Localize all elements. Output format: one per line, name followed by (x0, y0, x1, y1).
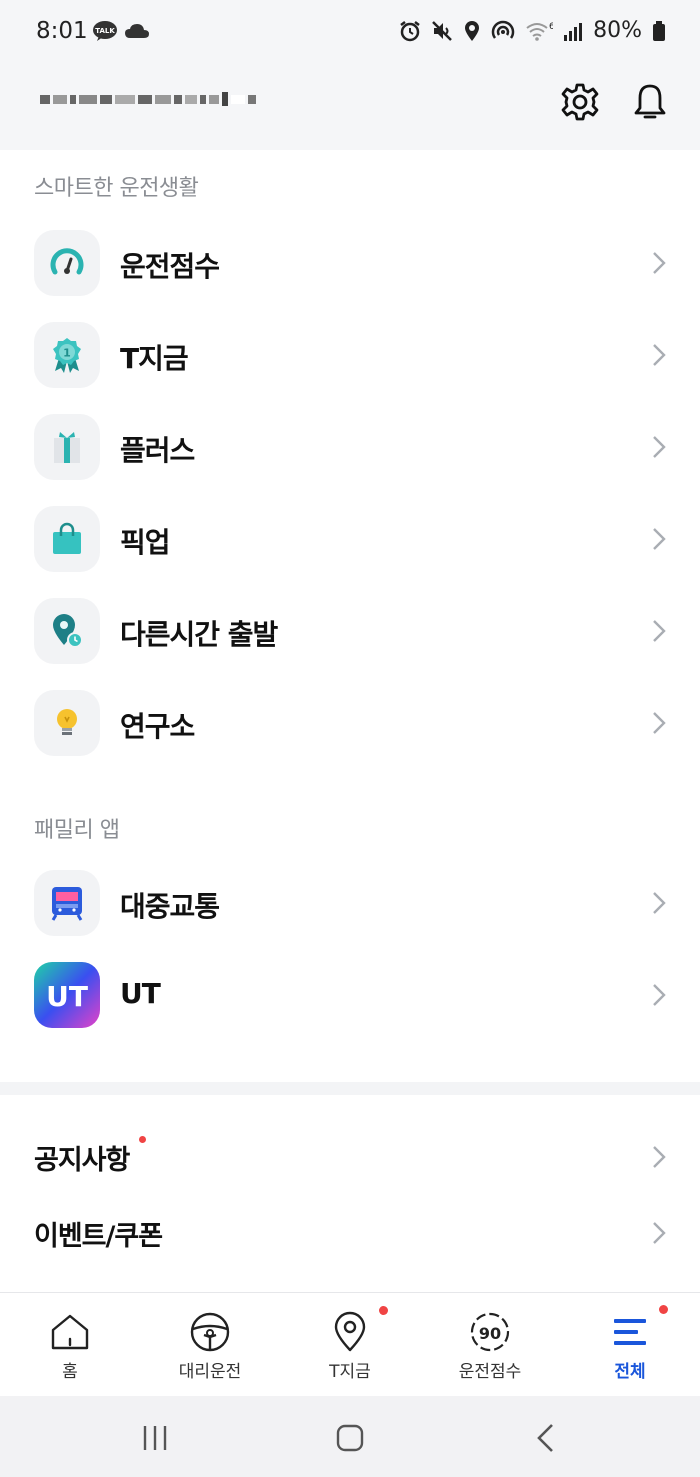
chevron-right-icon (653, 620, 666, 642)
chevron-right-icon (653, 528, 666, 550)
menu-icon-bg (34, 870, 100, 936)
section-title-family: 패밀리 앱 (34, 818, 120, 843)
nav-designated-driver[interactable]: 대리운전 (140, 1293, 280, 1397)
menu-item-public-transit[interactable]: 대중교통 (0, 870, 700, 950)
signal-icon (564, 22, 583, 41)
nav-label: T지금 (329, 1362, 371, 1382)
steering-wheel-icon (190, 1312, 230, 1352)
nav-all-menu[interactable]: 전체 (560, 1293, 700, 1397)
chevron-right-icon (653, 252, 666, 274)
battery-icon (653, 20, 665, 41)
menu-label: 대중교통 (120, 890, 220, 923)
nav-label: 홈 (62, 1362, 78, 1382)
transit-icon (51, 887, 83, 921)
menu-item-plus[interactable]: 플러스 (0, 414, 700, 494)
section-divider (0, 1082, 700, 1095)
menu-item-other-time-departure[interactable]: 다른시간 출발 (0, 598, 700, 678)
chevron-right-icon (653, 712, 666, 734)
status-right: 6 80% (399, 18, 666, 43)
nav-label: 운전점수 (458, 1362, 522, 1382)
speedometer-icon (50, 248, 84, 275)
system-nav-bar (0, 1396, 700, 1477)
chevron-right-icon (653, 344, 666, 366)
status-bar: 8:01 TALK 6 80% (0, 0, 700, 66)
menu-icon-bg (34, 598, 100, 664)
wifi-6-icon: 6 (526, 22, 553, 41)
chevron-right-icon (653, 892, 666, 914)
menu-label: 운전점수 (120, 250, 220, 283)
menu-icon-bg (34, 506, 100, 572)
cloud-icon (125, 24, 149, 38)
header (0, 66, 700, 150)
menu-label: UT (120, 977, 161, 1010)
tjigeum-new-dot (379, 1306, 388, 1315)
menu-item-driving-score[interactable]: 운전점수 (0, 230, 700, 310)
nav-driving-score[interactable]: 90 운전점수 (420, 1293, 560, 1397)
menu-label: T지금 (120, 342, 189, 375)
notice-new-dot (139, 1136, 146, 1143)
lightbulb-icon (57, 709, 77, 735)
menu-label: 다른시간 출발 (120, 618, 278, 651)
nav-label: 대리운전 (178, 1362, 242, 1382)
status-left-icons: TALK (92, 20, 150, 42)
bell-icon[interactable] (630, 82, 670, 122)
battery-percent: 80% (593, 18, 642, 43)
clock-pin-icon (53, 614, 83, 648)
menu-label: 연구소 (120, 710, 195, 743)
menu-icon-bg (34, 690, 100, 756)
svg-text:TALK: TALK (95, 27, 115, 35)
chevron-right-icon (653, 1146, 666, 1168)
shopping-bag-icon (53, 522, 81, 554)
menu-icon (614, 1319, 646, 1345)
redacted-username (40, 90, 276, 108)
section-title-smart: 스마트한 운전생활 (34, 176, 199, 201)
menu-label: 픽업 (120, 526, 171, 559)
gift-icon (54, 432, 80, 463)
menu-item-lab[interactable]: 연구소 (0, 690, 700, 770)
back-icon[interactable] (527, 1418, 567, 1458)
menu-icon-bg (34, 414, 100, 480)
status-time: 8:01 (36, 18, 88, 44)
menu-icon-bg (34, 230, 100, 296)
chevron-right-icon (653, 1222, 666, 1244)
score-value: 90 (478, 1324, 502, 1343)
menu-new-dot (659, 1305, 668, 1314)
bottom-nav: 홈 대리운전 T지금 90 운전점수 전체 (0, 1292, 700, 1396)
kakaotalk-icon: TALK (93, 21, 117, 41)
home-button-icon[interactable] (330, 1418, 370, 1458)
map-pin-icon (334, 1311, 366, 1352)
menu-icon-bg: 1 (34, 322, 100, 388)
menu-icon-bg: UT (34, 962, 100, 1028)
settings-icon[interactable] (560, 82, 600, 122)
notice-row[interactable]: 공지사항 (0, 1130, 700, 1190)
recent-apps-icon[interactable] (135, 1418, 175, 1458)
nav-label: 전체 (614, 1362, 646, 1382)
menu-item-pickup[interactable]: 픽업 (0, 506, 700, 586)
nav-home[interactable]: 홈 (0, 1293, 140, 1397)
home-icon (51, 1314, 89, 1350)
svg-text:1: 1 (63, 347, 71, 360)
svg-text:6: 6 (549, 22, 553, 32)
hotspot-icon (491, 20, 515, 39)
ut-app-icon: UT (34, 962, 100, 1028)
location-icon (465, 20, 480, 41)
chevron-right-icon (653, 984, 666, 1006)
event-coupon-label: 이벤트/쿠폰 (34, 1221, 163, 1252)
nav-tjigeum[interactable]: T지금 (280, 1293, 420, 1397)
notice-label: 공지사항 (34, 1145, 130, 1176)
chevron-right-icon (653, 436, 666, 458)
alarm-icon (400, 20, 420, 41)
menu-item-ut[interactable]: UT UT (0, 962, 700, 1042)
menu-item-tjigeum[interactable]: 1 T지금 (0, 322, 700, 402)
svg-text:UT: UT (46, 980, 88, 1013)
medal-icon: 1 (53, 338, 81, 373)
event-coupon-row[interactable]: 이벤트/쿠폰 (0, 1206, 700, 1266)
menu-label: 플러스 (120, 434, 195, 467)
mute-icon (432, 20, 452, 41)
